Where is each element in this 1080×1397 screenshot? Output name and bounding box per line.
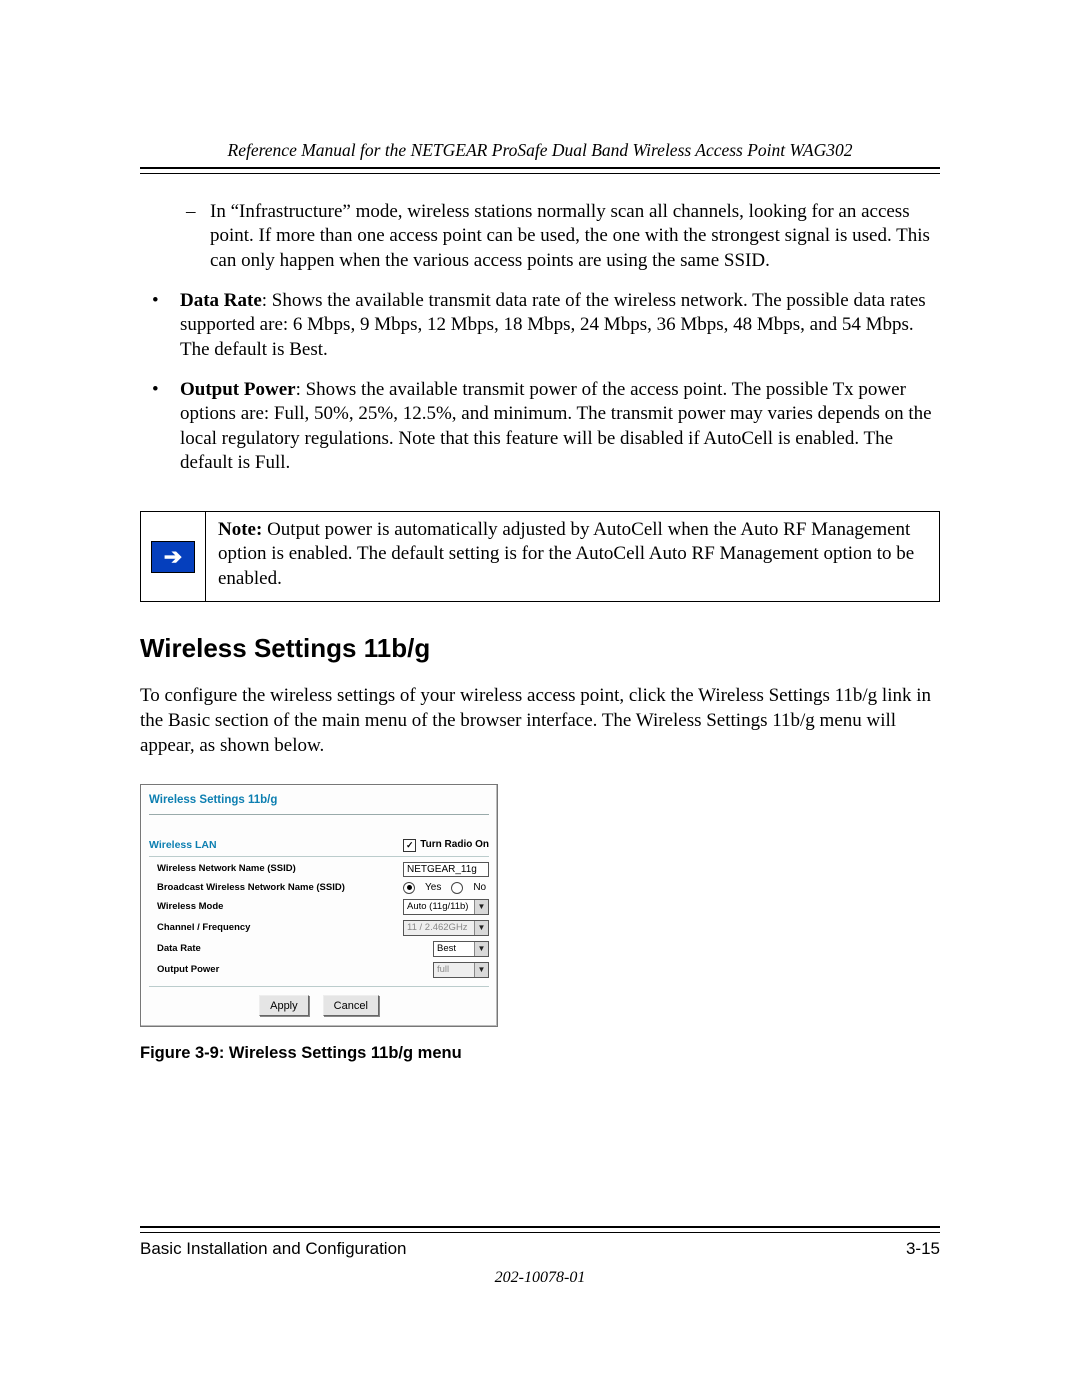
arrow-glyph: ➔: [164, 546, 182, 568]
document-page: Reference Manual for the NETGEAR ProSafe…: [0, 0, 1080, 1397]
panel-title: Wireless Settings 11b/g: [149, 791, 489, 815]
turn-radio-label: Turn Radio On: [420, 839, 489, 852]
panel-subtitle: Wireless LAN: [149, 839, 217, 852]
note-body: Output power is automatically adjusted b…: [218, 519, 914, 589]
bullet-output-power: Output Power: Shows the available transm…: [140, 378, 940, 475]
broadcast-no-label: No: [473, 882, 486, 895]
broadcast-yes-radio[interactable]: [403, 882, 415, 894]
row-ssid: Wireless Network Name (SSID): [149, 862, 489, 877]
row-channel: Channel / Frequency 11 / 2.462GHz ▼: [149, 920, 489, 936]
arrow-right-icon: ➔: [151, 541, 195, 573]
chevron-down-icon: ▼: [474, 900, 488, 914]
note-box: ➔ Note: Output power is automatically ad…: [140, 511, 940, 602]
footer-rule-thick: [140, 1226, 940, 1228]
header-rule-thin: [140, 173, 940, 174]
footer-rule-thin: [140, 1232, 940, 1233]
body-content: In “Infrastructure” mode, wireless stati…: [140, 200, 940, 1064]
row-rate: Data Rate Best ▼: [149, 941, 489, 957]
note-label: Note:: [218, 519, 262, 540]
broadcast-radio-group: Yes No: [403, 882, 489, 895]
section-title: Wireless Settings 11b/g: [140, 632, 940, 665]
document-number: 202-10078-01: [140, 1269, 940, 1287]
channel-value: 11 / 2.462GHz: [407, 922, 468, 934]
page-number: 3-15: [906, 1239, 940, 1259]
rate-value: Best: [437, 943, 456, 955]
figure-caption: Figure 3-9: Wireless Settings 11b/g menu: [140, 1043, 940, 1064]
intro-paragraph: To configure the wireless settings of yo…: [140, 684, 940, 758]
mode-value: Auto (11g/11b): [407, 901, 468, 913]
bullet-list: Data Rate: Shows the available transmit …: [140, 289, 940, 475]
row-mode: Wireless Mode Auto (11g/11b) ▼: [149, 899, 489, 915]
chevron-down-icon: ▼: [474, 942, 488, 956]
row-broadcast: Broadcast Wireless Network Name (SSID) Y…: [149, 882, 489, 895]
cancel-button[interactable]: Cancel: [323, 995, 379, 1016]
dash-item-infrastructure: In “Infrastructure” mode, wireless stati…: [140, 200, 940, 273]
power-label: Output Power: [149, 964, 219, 976]
ssid-input[interactable]: [403, 862, 489, 877]
mode-label: Wireless Mode: [149, 901, 223, 913]
bullet-data-rate: Data Rate: Shows the available transmit …: [140, 289, 940, 362]
panel-buttons: Apply Cancel: [149, 986, 489, 1016]
header-rule-thick: [140, 167, 940, 169]
dash-list: In “Infrastructure” mode, wireless stati…: [140, 200, 940, 273]
broadcast-yes-label: Yes: [425, 882, 441, 895]
bullet-data-rate-text: : Shows the available transmit data rate…: [180, 290, 926, 360]
note-text: Note: Output power is automatically adju…: [206, 512, 939, 601]
mode-dropdown[interactable]: Auto (11g/11b) ▼: [403, 899, 489, 915]
row-power: Output Power full ▼: [149, 962, 489, 978]
ssid-label: Wireless Network Name (SSID): [149, 863, 296, 875]
page-footer: Basic Installation and Configuration 3-1…: [140, 1226, 940, 1287]
footer-left: Basic Installation and Configuration: [140, 1239, 407, 1259]
broadcast-label: Broadcast Wireless Network Name (SSID): [149, 882, 345, 894]
figure: Wireless Settings 11b/g Wireless LAN ✓ T…: [140, 784, 940, 1064]
power-dropdown: full ▼: [433, 962, 489, 978]
wireless-settings-panel: Wireless Settings 11b/g Wireless LAN ✓ T…: [140, 784, 498, 1027]
turn-radio-group: ✓ Turn Radio On: [403, 839, 489, 852]
broadcast-no-radio[interactable]: [451, 882, 463, 894]
rate-label: Data Rate: [149, 943, 201, 955]
footer-row: Basic Installation and Configuration 3-1…: [140, 1239, 940, 1259]
chevron-down-icon: ▼: [474, 921, 488, 935]
panel-subtitle-row: Wireless LAN ✓ Turn Radio On: [149, 839, 489, 856]
note-icon-cell: ➔: [141, 512, 206, 601]
rate-dropdown[interactable]: Best ▼: [433, 941, 489, 957]
bullet-output-label: Output Power: [180, 379, 296, 400]
chevron-down-icon: ▼: [474, 963, 488, 977]
power-value: full: [437, 964, 449, 976]
channel-label: Channel / Frequency: [149, 922, 250, 934]
channel-dropdown: 11 / 2.462GHz ▼: [403, 920, 489, 936]
bullet-data-rate-label: Data Rate: [180, 290, 262, 311]
turn-radio-checkbox[interactable]: ✓: [403, 839, 416, 852]
running-header: Reference Manual for the NETGEAR ProSafe…: [140, 140, 940, 161]
apply-button[interactable]: Apply: [259, 995, 309, 1016]
